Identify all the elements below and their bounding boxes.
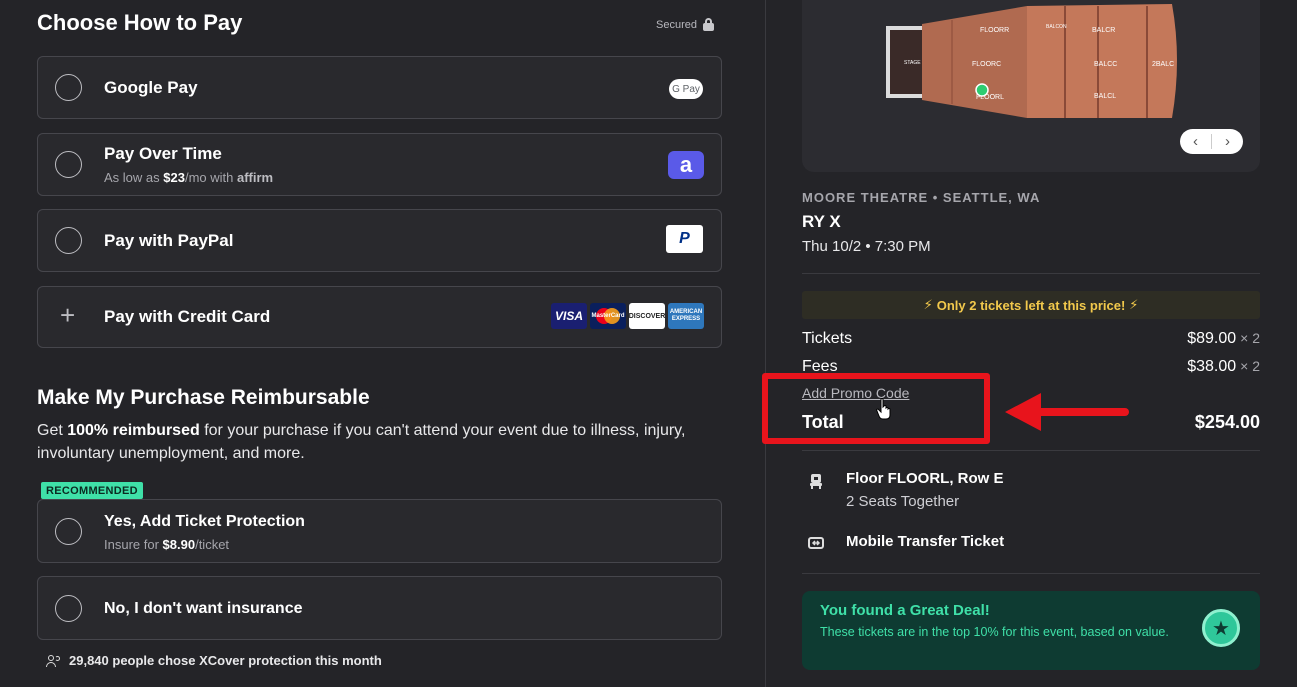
event-name: RY X (802, 212, 841, 231)
discover-icon: DISCOVER (629, 303, 665, 329)
2balc-label: 2BALC (1152, 61, 1174, 68)
credit-card-label: Pay with Credit Card (104, 307, 271, 326)
paypal-icon: P (666, 225, 703, 253)
floorc-label: FLOORC (972, 61, 1001, 68)
delivery-method: Mobile Transfer Ticket (846, 533, 1005, 550)
paypal-label: Pay with PayPal (104, 231, 234, 250)
no-insurance-radio[interactable] (55, 595, 82, 622)
price-alert-text: Only 2 tickets left at this price! (936, 297, 1126, 313)
fees-price: $38.00 (1187, 358, 1237, 375)
tickets-price: $89.00 (1187, 330, 1237, 347)
google-pay-label: Google Pay (104, 78, 198, 97)
add-protection-radio[interactable] (55, 518, 82, 545)
seat-location: Floor FLOORL, Row E (846, 470, 1004, 487)
credit-card-option[interactable]: + Pay with Credit Card VISA MasterCard D… (37, 286, 722, 348)
seat-count: 2 Seats Together (846, 493, 960, 510)
no-insurance-option[interactable]: No, I don't want insurance (37, 576, 722, 640)
tickets-label: Tickets (802, 330, 853, 347)
reimbursable-description: Get 100% reimbursed for your purchase if… (37, 422, 686, 462)
add-protection-sub: Insure for $8.90/ticket (104, 537, 230, 552)
deal-text: These tickets are in the top 10% for thi… (820, 625, 1169, 639)
google-pay-icon: G Pay (669, 79, 703, 99)
secured-indicator: Secured (656, 18, 714, 31)
balcr-label: BALCR (1092, 27, 1115, 34)
separator (802, 450, 1260, 451)
selected-seat-marker (975, 83, 989, 97)
secured-label: Secured (656, 18, 697, 31)
lock-icon (702, 18, 714, 31)
paypal-option[interactable]: Pay with PayPal P (37, 209, 722, 272)
card-brands: VISA MasterCard DISCOVER AMERICAN EXPRES… (551, 303, 704, 329)
deal-title: You found a Great Deal! (820, 602, 990, 619)
prev-arrow-icon[interactable]: ‹ (1180, 133, 1211, 150)
visa-icon: VISA (551, 303, 587, 329)
next-arrow-icon[interactable]: › (1212, 133, 1243, 150)
event-date: Thu 10/2 • 7:30 PM (802, 238, 931, 255)
social-proof: 29,840 people chose XCover protection th… (46, 653, 382, 668)
balcon-label: BALCON (1046, 24, 1067, 30)
pay-over-time-option[interactable]: Pay Over Time As low as $23/mo with affi… (37, 133, 722, 196)
stage-label: STAGE (904, 60, 921, 66)
plus-icon: + (60, 300, 76, 330)
payment-panel: Choose How to Pay Secured Google Pay G P… (0, 0, 765, 687)
hand-cursor-icon (876, 398, 891, 420)
tickets-multiplier: × 2 (1240, 330, 1260, 346)
separator (802, 273, 1260, 274)
fees-multiplier: × 2 (1240, 358, 1260, 374)
seat-icon (810, 474, 822, 489)
no-insurance-label: No, I don't want insurance (104, 600, 303, 617)
great-deal-banner: You found a Great Deal! These tickets ar… (802, 591, 1260, 670)
pay-over-time-sub: As low as $23/mo with affirm (104, 170, 274, 185)
tickets-row: Tickets $89.00 × 2 (802, 330, 1260, 348)
separator (802, 573, 1260, 574)
mastercard-icon: MasterCard (590, 303, 626, 329)
annotation-arrow-icon (1005, 393, 1129, 431)
lightning-icon: ⚡ (1129, 297, 1139, 312)
people-icon (46, 654, 62, 667)
total-price: $254.00 (1194, 412, 1260, 432)
price-alert: ⚡ Only 2 tickets left at this price! ⚡ (802, 291, 1260, 319)
balcl-label: BALCL (1094, 93, 1116, 100)
paypal-radio[interactable] (55, 227, 82, 254)
floorr-label: FLOORR (980, 27, 1009, 34)
recommended-badge: RECOMMENDED (41, 482, 143, 499)
add-protection-option[interactable]: Yes, Add Ticket Protection Insure for $8… (37, 499, 722, 563)
lightning-icon: ⚡ (923, 297, 933, 312)
star-badge-icon: ★ (1202, 609, 1240, 647)
google-pay-radio[interactable] (55, 74, 82, 101)
reimbursable-title: Make My Purchase Reimbursable (37, 386, 370, 409)
amex-icon: AMERICAN EXPRESS (668, 303, 704, 329)
pay-over-time-label: Pay Over Time (104, 144, 222, 163)
google-pay-option[interactable]: Google Pay G Pay (37, 56, 722, 119)
venue-name: MOORE THEATRE • SEATTLE, WA (802, 190, 1041, 205)
seat-map-nav: ‹ › (1180, 129, 1243, 154)
order-summary-panel: STAGE FLOORR FLOORC FLOORL BALCON BALCR … (766, 0, 1297, 687)
affirm-icon: a (668, 151, 704, 179)
add-protection-label: Yes, Add Ticket Protection (104, 513, 305, 530)
transfer-ticket-icon (808, 537, 824, 549)
payment-title: Choose How to Pay (37, 10, 243, 35)
balcc-label: BALCC (1094, 61, 1117, 68)
social-proof-text: 29,840 people chose XCover protection th… (69, 653, 382, 668)
affirm-wordmark: affirm (236, 170, 274, 185)
pay-over-time-radio[interactable] (55, 151, 82, 178)
